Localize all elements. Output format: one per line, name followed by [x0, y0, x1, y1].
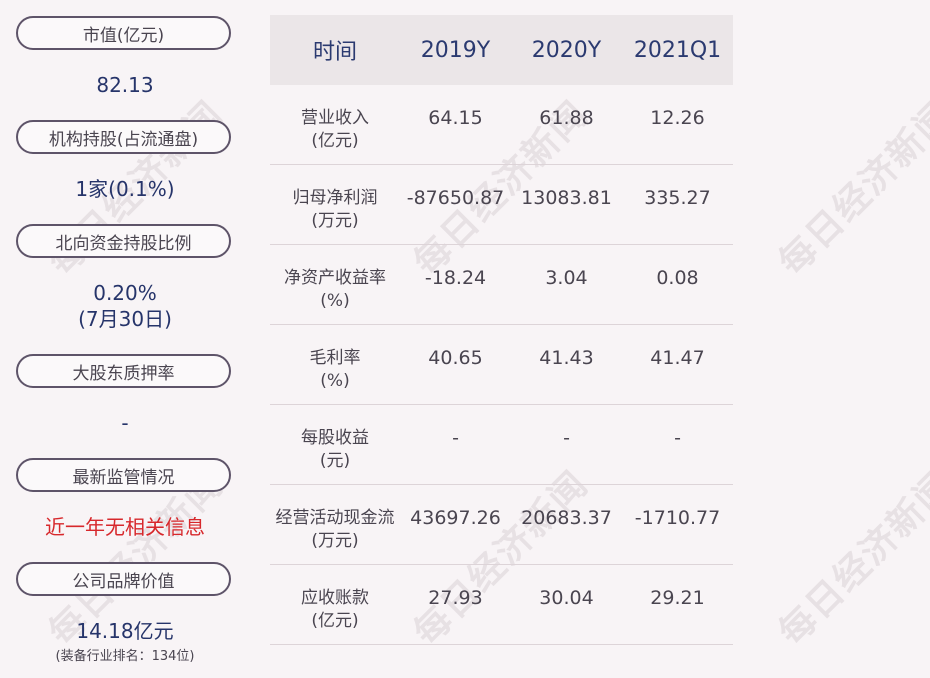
institution-holding-label: 机构持股(占流通盘): [16, 120, 231, 154]
table-header: 时间 2019Y 2020Y 2021Q1: [270, 15, 733, 85]
row-label: 营业收入 (亿元): [270, 85, 400, 164]
cell: 40.65: [428, 347, 483, 369]
cell: 43697.26: [410, 507, 501, 529]
cell: 41.47: [650, 347, 705, 369]
cell: 29.21: [650, 587, 705, 609]
row-label-unit: (万元): [311, 211, 359, 231]
market-cap-value: 82.13: [96, 73, 154, 97]
cell: -1710.77: [634, 507, 721, 529]
pledge-value: -: [121, 411, 129, 435]
row-label: 经营活动现金流 (万元): [270, 485, 400, 564]
cell: 13083.81: [521, 187, 612, 209]
table-row: 营业收入 (亿元) 64.15 61.88 12.26: [270, 85, 733, 165]
row-label-main: 毛利率: [309, 348, 361, 368]
row-label-unit: (元): [319, 451, 351, 471]
market-cap-label: 市值(亿元): [16, 16, 231, 50]
watermark: 每日经济新闻: [771, 463, 930, 654]
row-label-main: 归母净利润: [292, 188, 378, 208]
brand-rank-note: (装备行业排名：134位): [55, 649, 195, 664]
row-label-main: 每股收益: [301, 428, 369, 448]
pledge-label: 大股东质押率: [16, 354, 231, 388]
cell: 64.15: [428, 107, 483, 129]
table-row: 应收账款 (亿元) 27.93 30.04 29.21: [270, 565, 733, 645]
cell: -: [674, 427, 681, 449]
table-row: 毛利率 (%) 40.65 41.43 41.47: [270, 325, 733, 405]
northbound-date: (7月30日): [78, 307, 172, 331]
indicator-panel: 市值(亿元) 82.13 机构持股(占流通盘) 1家(0.1%) 北向资金持股比…: [0, 0, 250, 678]
table-row: 归母净利润 (万元) -87650.87 13083.81 335.27: [270, 165, 733, 245]
table-row: 净资产收益率 (%) -18.24 3.04 0.08: [270, 245, 733, 325]
header-2020y: 2020Y: [531, 37, 602, 63]
cell: -: [452, 427, 459, 449]
row-label-main: 经营活动现金流: [275, 508, 395, 528]
row-label-unit: (万元): [311, 531, 359, 551]
cell: 20683.37: [521, 507, 612, 529]
cell: -18.24: [424, 267, 487, 289]
cell: 61.88: [539, 107, 594, 129]
cell: 0.08: [656, 267, 699, 289]
brand-value-label: 公司品牌价值: [16, 562, 231, 596]
watermark: 每日经济新闻: [771, 93, 930, 284]
cell: -: [563, 427, 570, 449]
row-label: 毛利率 (%): [270, 325, 400, 404]
cell: -87650.87: [406, 187, 505, 209]
financial-table: 时间 2019Y 2020Y 2021Q1 营业收入 (亿元) 64.15 61.…: [270, 15, 733, 645]
regulation-label: 最新监管情况: [16, 458, 231, 492]
regulation-value: 近一年无相关信息: [45, 515, 205, 539]
northbound-label: 北向资金持股比例: [16, 224, 231, 258]
header-2019y: 2019Y: [420, 37, 491, 63]
row-label-unit: (亿元): [311, 131, 359, 151]
row-label-unit: (亿元): [311, 611, 359, 631]
header-2021q1: 2021Q1: [633, 37, 722, 63]
row-label-main: 净资产收益率: [284, 268, 386, 288]
row-label: 应收账款 (亿元): [270, 565, 400, 644]
table-row: 经营活动现金流 (万元) 43697.26 20683.37 -1710.77: [270, 485, 733, 565]
row-label-unit: (%): [320, 371, 350, 391]
cell: 30.04: [539, 587, 594, 609]
row-label-unit: (%): [320, 291, 350, 311]
row-label-main: 应收账款: [301, 588, 369, 608]
table-row: 每股收益 (元) - - -: [270, 405, 733, 485]
row-label: 归母净利润 (万元): [270, 165, 400, 244]
row-label: 净资产收益率 (%): [270, 245, 400, 324]
institution-holding-value: 1家(0.1%): [75, 177, 175, 201]
row-label: 每股收益 (元): [270, 405, 400, 484]
cell: 3.04: [545, 267, 588, 289]
cell: 335.27: [644, 187, 711, 209]
row-label-main: 营业收入: [301, 108, 369, 128]
cell: 27.93: [428, 587, 483, 609]
header-time: 时间: [312, 40, 357, 65]
cell: 41.43: [539, 347, 594, 369]
cell: 12.26: [650, 107, 705, 129]
brand-value: 14.18亿元: [76, 619, 174, 643]
northbound-value: 0.20%: [93, 281, 157, 305]
